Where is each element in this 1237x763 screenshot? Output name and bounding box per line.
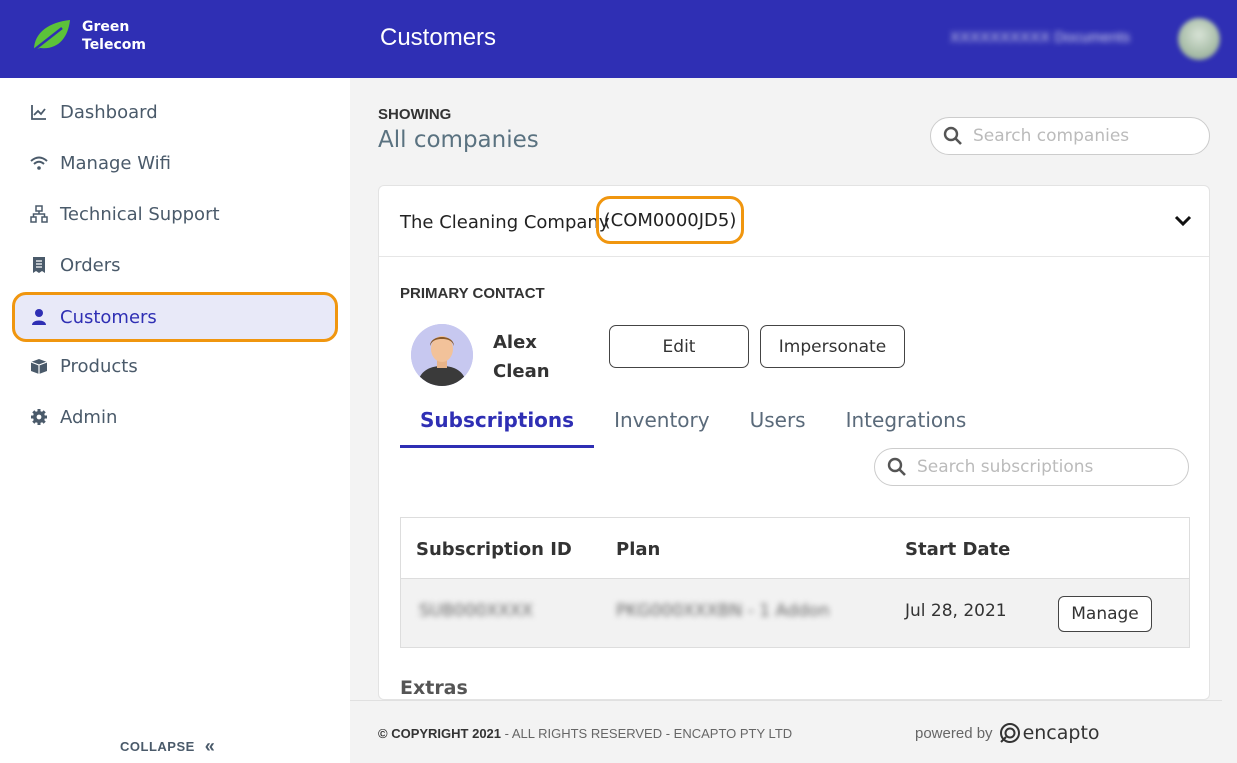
user-avatar-icon[interactable]	[1178, 18, 1220, 60]
table-row: SUB000XXXX PKG000XXXBN - 1 Addon Jul 28,…	[401, 579, 1189, 647]
extras-heading: Extras	[400, 677, 468, 699]
sidebar-item-admin[interactable]: Admin	[12, 394, 338, 440]
tab-integrations[interactable]: Integrations	[826, 396, 987, 448]
subscriptions-table: Subscription ID Plan Start Date SUB000XX…	[400, 517, 1190, 648]
company-card-header[interactable]: The Cleaning Company (COM0000JD5)	[379, 186, 1209, 257]
search-subscriptions-input[interactable]	[917, 457, 1177, 477]
sidebar-item-technical-support[interactable]: Technical Support	[12, 191, 338, 237]
person-avatar-icon	[411, 324, 473, 386]
sidebar-item-label: Technical Support	[60, 203, 220, 225]
receipt-icon	[29, 255, 49, 275]
impersonate-button[interactable]: Impersonate	[760, 325, 905, 368]
table-header-row: Subscription ID Plan Start Date	[401, 518, 1189, 579]
start-date-cell: Jul 28, 2021	[905, 601, 1007, 621]
collapse-button[interactable]: COLLAPSE «	[120, 736, 215, 757]
sidebar-item-label: Products	[60, 355, 138, 377]
sidebar-item-label: Dashboard	[60, 101, 158, 123]
network-icon	[29, 204, 49, 224]
brand-name: Green Telecom	[82, 19, 146, 53]
user-icon	[29, 307, 49, 327]
search-icon	[887, 457, 906, 476]
double-chevron-left-icon: «	[204, 736, 216, 756]
company-id: (COM0000JD5)	[596, 196, 744, 244]
company-tabs: Subscriptions Inventory Users Integratio…	[400, 396, 986, 448]
plan-cell: PKG000XXXBN - 1 Addon	[616, 601, 830, 621]
sidebar-item-label: Admin	[60, 406, 118, 428]
sidebar-item-products[interactable]: Products	[12, 343, 338, 389]
primary-contact-label: PRIMARY CONTACT	[400, 285, 545, 302]
footer-divider	[350, 700, 1222, 701]
sidebar-item-label: Orders	[60, 254, 121, 276]
sidebar-item-label: Customers	[60, 306, 157, 328]
sidebar-item-customers[interactable]: Customers	[12, 292, 338, 342]
tab-users[interactable]: Users	[730, 396, 826, 448]
box-icon	[29, 356, 49, 376]
top-header: Green Telecom Customers XXXXXXXXXX Docum…	[0, 0, 1237, 78]
leaf-logo-icon	[33, 20, 70, 51]
gear-icon	[29, 407, 49, 427]
sidebar: Dashboard Manage Wifi Technical Support …	[0, 78, 350, 763]
encapto-logo-icon	[999, 723, 1020, 743]
copyright-text: © COPYRIGHT 2021 - ALL RIGHTS RESERVED -…	[378, 726, 793, 741]
search-companies-input[interactable]	[973, 126, 1193, 146]
powered-by[interactable]: powered by encapto	[915, 722, 1100, 744]
wifi-icon	[29, 153, 49, 173]
sidebar-item-orders[interactable]: Orders	[12, 242, 338, 288]
chevron-down-icon[interactable]	[1173, 210, 1193, 230]
search-icon	[943, 126, 962, 145]
sidebar-item-dashboard[interactable]: Dashboard	[12, 89, 338, 135]
subscription-id-cell: SUB000XXXX	[419, 601, 533, 621]
company-name: The Cleaning Company	[400, 212, 610, 233]
sidebar-item-label: Manage Wifi	[60, 152, 171, 174]
manage-button[interactable]: Manage	[1058, 596, 1152, 632]
user-name[interactable]: XXXXXXXXXX Documents	[950, 29, 1130, 46]
showing-value: All companies	[378, 127, 539, 153]
chart-line-icon	[29, 102, 49, 122]
column-header-plan[interactable]: Plan	[616, 539, 660, 560]
edit-button[interactable]: Edit	[609, 325, 749, 368]
encapto-brand: encapto	[1022, 722, 1100, 744]
tab-subscriptions[interactable]: Subscriptions	[400, 396, 595, 448]
company-card: The Cleaning Company (COM0000JD5) PRIMAR…	[378, 185, 1210, 700]
page-title: Customers	[380, 24, 497, 51]
tab-inventory[interactable]: Inventory	[594, 396, 730, 448]
brand-logo[interactable]: Green Telecom	[30, 18, 146, 54]
contact-avatar	[411, 324, 473, 386]
contact-name: Alex Clean	[493, 332, 550, 382]
showing-label: SHOWING	[378, 106, 452, 123]
column-header-start-date[interactable]: Start Date	[905, 539, 1010, 560]
sidebar-item-manage-wifi[interactable]: Manage Wifi	[12, 140, 338, 186]
search-subscriptions-box[interactable]	[874, 448, 1189, 486]
search-companies-box[interactable]	[930, 117, 1210, 155]
column-header-subscription-id[interactable]: Subscription ID	[416, 539, 572, 560]
